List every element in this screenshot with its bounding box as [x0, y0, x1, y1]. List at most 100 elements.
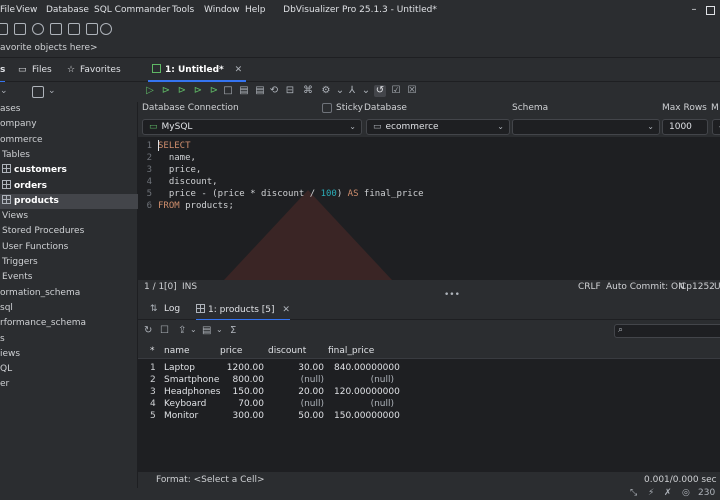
load-script-icon[interactable]: ⟲ [268, 85, 280, 97]
grid-cell-name[interactable]: Keyboard [164, 398, 206, 410]
grid-cell[interactable]: 50.00 [264, 410, 324, 422]
history-icon[interactable] [100, 23, 112, 35]
tree-item[interactable]: products [0, 193, 138, 209]
grid-cell[interactable]: 70.00 [204, 398, 264, 410]
grid-cell[interactable]: 800.00 [204, 374, 265, 386]
tree-item[interactable]: sql [0, 301, 138, 316]
auto-commit-icon[interactable]: ↺ [374, 85, 386, 97]
chevron-down-icon[interactable]: ⌄ [190, 325, 197, 334]
save-script-icon[interactable]: ▤ [238, 85, 250, 97]
export-icon[interactable]: ⇪ [178, 325, 186, 336]
run-current-icon[interactable]: ⊳ [160, 85, 172, 97]
grid-cell[interactable]: 150.00 [204, 386, 265, 398]
sum-icon[interactable]: Σ [230, 325, 236, 336]
save-icon[interactable] [0, 23, 8, 35]
sticky-checkbox[interactable] [322, 103, 332, 113]
line-ending[interactable]: CRLF [578, 282, 601, 292]
tree-item[interactable]: ases [0, 102, 138, 117]
tree-item[interactable]: ommerce [0, 133, 138, 148]
grid-cell[interactable]: 20.00 [264, 386, 324, 398]
grid-cell[interactable]: 840.00000000 [334, 362, 400, 374]
tree-item[interactable]: customers [0, 163, 138, 178]
chevron-down-icon[interactable]: ⌄ [216, 325, 223, 334]
maximize-icon[interactable] [706, 6, 715, 15]
column-header-final-price[interactable]: final_price [328, 346, 374, 356]
schema-select[interactable]: ⌄ [512, 119, 660, 135]
chevron-down-icon: ⌄ [647, 122, 654, 131]
stop-icon[interactable]: □ [222, 85, 234, 97]
editor-tab-bar: 1: Untitled* ✕ [138, 58, 720, 82]
save-all-icon[interactable] [14, 23, 26, 35]
tab-products-result[interactable]: 1: products [5] ✕ [196, 304, 290, 321]
chevron-down-icon[interactable]: ⌄ [48, 86, 56, 96]
tab-files[interactable]: Files [32, 65, 52, 75]
grid-filter-input[interactable]: ⌕ [614, 324, 720, 338]
left-panel-toolbar: ⌄ ⌄ [0, 82, 138, 102]
edit-icon[interactable]: ☐ [160, 325, 169, 336]
commit-icon[interactable]: ☑ [390, 85, 402, 97]
grid-cell[interactable]: (null) [264, 398, 324, 410]
tab-untitled[interactable]: 1: Untitled* ✕ [148, 58, 247, 82]
database-select[interactable]: ▭ ecommerce ⌄ [366, 119, 510, 135]
encoding[interactable]: Cp1252 [680, 282, 715, 292]
disconnect-icon[interactable] [50, 23, 62, 35]
tree-item[interactable]: orders [0, 179, 138, 194]
settings-icon[interactable]: ⚙ [320, 85, 332, 97]
chevron-down-icon[interactable]: ⌄ [0, 86, 8, 96]
grid-cell[interactable]: (null) [334, 374, 394, 386]
tree-item[interactable]: er [0, 377, 138, 392]
tree-item[interactable]: Views [0, 209, 138, 224]
tab-favorites[interactable]: Favorites [80, 65, 121, 75]
grid-cell[interactable]: 120.00000000 [334, 386, 400, 398]
max-rows-input[interactable]: 1000 [662, 119, 708, 135]
tree-item[interactable]: Events [0, 270, 138, 285]
run-buffer-icon[interactable]: ⊳ [208, 85, 220, 97]
run-script-icon[interactable]: ⊳ [192, 85, 204, 97]
tab-log[interactable]: Log [164, 304, 180, 314]
max-chars-input[interactable]: - [712, 119, 720, 135]
grid-cell[interactable]: 300.00 [204, 410, 265, 422]
tree-item[interactable]: iews [0, 347, 138, 362]
run-icon[interactable]: ▷ [144, 85, 156, 97]
tree-item[interactable]: Stored Procedures [0, 224, 138, 239]
refresh-icon[interactable] [68, 23, 80, 35]
grid-cell[interactable]: 30.00 [264, 362, 324, 374]
auto-commit-status[interactable]: Auto Commit: ON [606, 282, 685, 292]
column-header-price[interactable]: price [220, 346, 242, 356]
tree-item[interactable]: Tables [0, 148, 138, 163]
tree-item[interactable]: Triggers [0, 255, 138, 270]
chevron-down-icon[interactable]: ⌄ [334, 85, 346, 97]
grid-cell[interactable]: 150.00000000 [334, 410, 400, 422]
format-icon[interactable]: ⊟ [284, 85, 296, 97]
column-header-name[interactable]: name [164, 346, 190, 356]
filter-icon[interactable] [32, 86, 44, 98]
refresh-icon[interactable]: ↻ [144, 325, 152, 336]
sql-editor[interactable]: 1 SELECT 2 name, 3 price, 4 discount, 5 price… [138, 138, 720, 280]
link-icon[interactable] [86, 23, 98, 35]
grid-cell[interactable]: 1200.00 [204, 362, 264, 374]
tab-databases[interactable]: s [0, 65, 6, 83]
tree-item[interactable]: rformance_schema [0, 316, 138, 331]
connection-select[interactable]: ▭ MySQL ⌄ [142, 119, 362, 135]
save-as-icon[interactable]: ▤ [254, 85, 266, 97]
lightning-icon: ⚡ [648, 488, 655, 498]
tree-item[interactable]: ompany [0, 117, 138, 132]
tree-item[interactable]: ormation_schema [0, 286, 138, 301]
explain-icon[interactable]: ⌘ [302, 85, 314, 97]
tree-item[interactable]: User Functions [0, 240, 138, 255]
connect-icon[interactable] [32, 23, 44, 35]
run-selection-icon[interactable]: ⊳ [176, 85, 188, 97]
grid-cell[interactable]: (null) [334, 398, 394, 410]
close-icon[interactable]: ✕ [235, 65, 243, 75]
column-header-discount[interactable]: discount [268, 346, 306, 356]
grid-cell-name[interactable]: Monitor [164, 410, 198, 422]
tree-item[interactable]: QL [0, 362, 138, 377]
document-icon[interactable]: ▤ [202, 325, 211, 336]
rollback-icon[interactable]: ☒ [406, 85, 418, 97]
tree-item[interactable]: s [0, 332, 138, 347]
close-icon[interactable]: ✕ [282, 305, 290, 315]
branch-icon[interactable]: ⅄ [346, 85, 358, 97]
grid-cell-name[interactable]: Laptop [164, 362, 195, 374]
grid-cell[interactable]: (null) [264, 374, 324, 386]
minimize-icon[interactable]: – [688, 4, 700, 16]
